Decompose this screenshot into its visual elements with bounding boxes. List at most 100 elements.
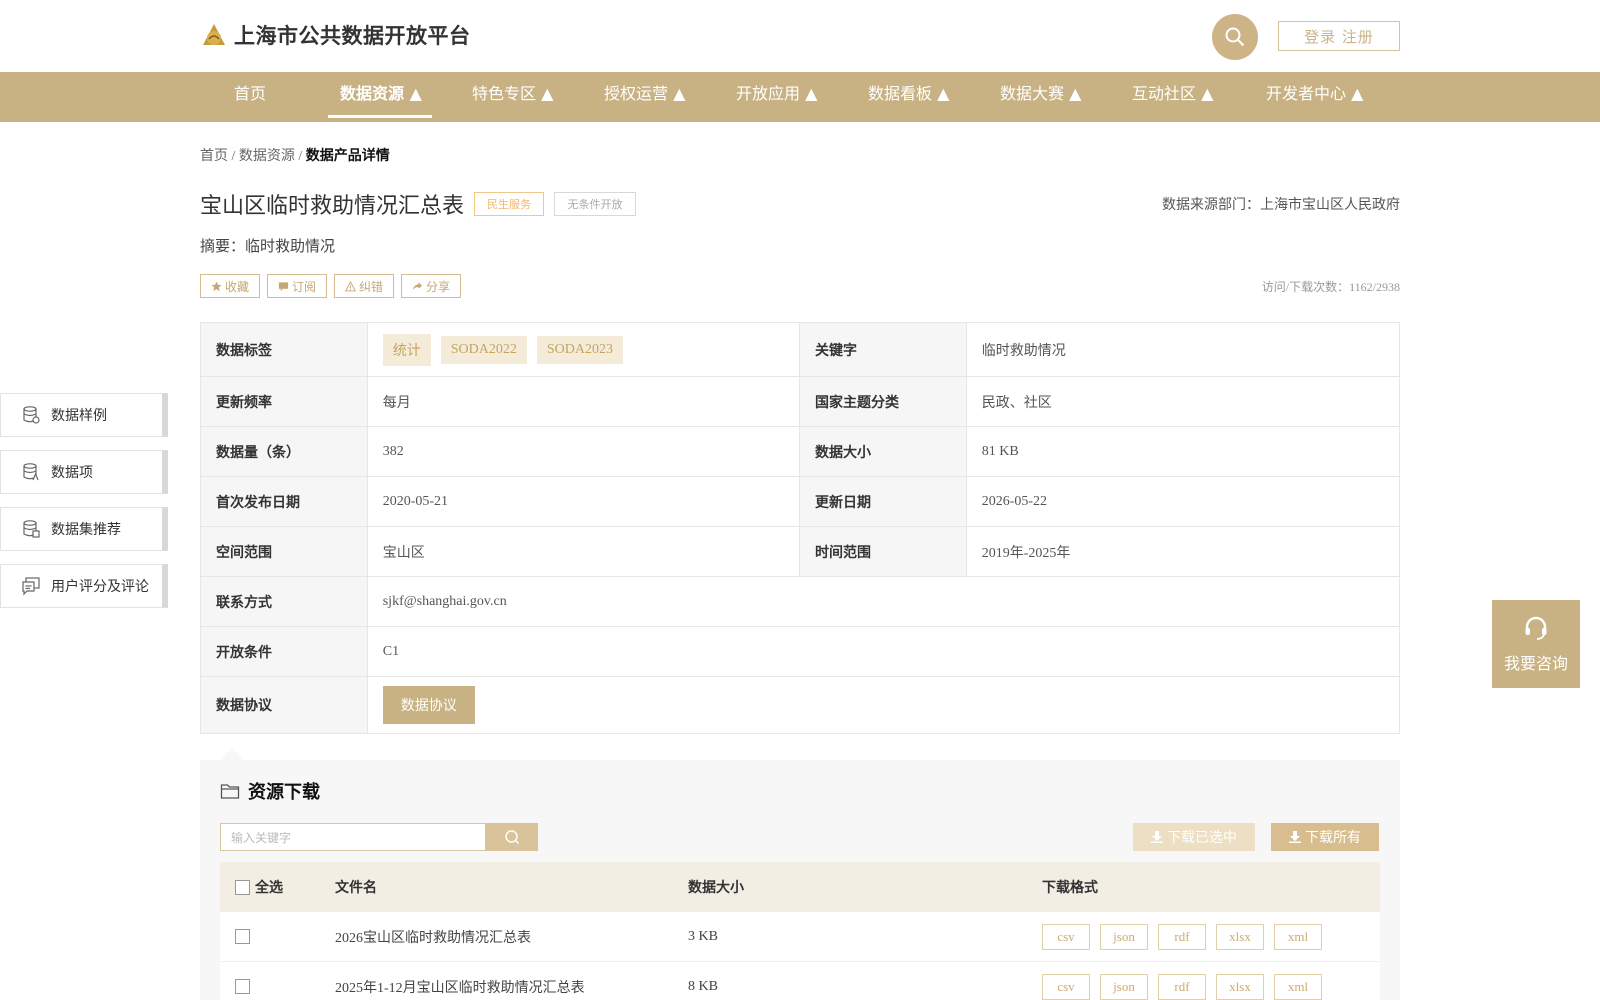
column-header-filename: 文件名 [335,881,377,896]
info-row: 数据协议 数据协议 [201,677,1399,733]
info-value: 宝山区 [368,527,800,576]
format-rdf-button[interactable]: rdf [1158,923,1206,950]
data-tag-chip[interactable]: 统计 [382,333,431,366]
info-row: 联系方式 sjkf@shanghai.gov.cn [201,577,1399,627]
folder-icon [220,784,240,799]
nav-item-special-zone[interactable]: 特色专区 ▲ [472,72,553,122]
info-tags: 统计 SODA2022 SODA2023 [368,323,800,376]
format-xlsx-button[interactable]: xlsx [1216,973,1264,1000]
file-table: 全选 文件名 数据大小 下载格式 2026宝山区临时救助情况汇总表 3 KB c… [220,862,1380,1000]
select-all-checkbox[interactable] [235,879,250,895]
info-label: 数据标签 [201,323,368,376]
headset-icon [1525,616,1547,640]
side-menu-data-sample[interactable]: 数据样例 [0,393,168,437]
search-icon [1225,27,1245,47]
format-json-button[interactable]: json [1100,973,1148,1000]
info-value: 2026-05-22 [981,493,1048,509]
format-xml-button[interactable]: xml [1274,923,1322,950]
file-table-header: 全选 文件名 数据大小 下载格式 [220,862,1380,912]
breadcrumb-separator: / [231,149,236,164]
dataset-summary: 摘要：临时救助情况 [200,237,336,255]
database-recommend-icon [23,520,40,538]
dataset-info-table: 数据标签 统计 SODA2022 SODA2023 关键字 临时救助情况 更新频… [200,322,1400,734]
download-all-button[interactable]: 下载所有 [1271,823,1379,851]
nav-item-authorized-operation[interactable]: 授权运营 ▲ [604,72,685,122]
row-checkbox[interactable] [235,979,250,994]
subscribe-button[interactable]: 订阅 [267,274,328,298]
info-value: 民政、社区 [981,395,1052,411]
subscribe-label: 订阅 [292,279,317,294]
download-search-button[interactable] [486,823,538,851]
data-tag-chip[interactable]: SODA2023 [536,335,623,364]
logo-icon [203,24,225,45]
info-value: 382 [368,427,800,476]
collect-button[interactable]: 收藏 [200,274,261,298]
download-title-text: 资源下载 [248,782,320,803]
nav-item-data-contest[interactable]: 数据大赛 ▲ [1000,72,1081,122]
info-value: 数据协议 [368,677,1399,733]
tag-open-condition: 无条件开放 [554,192,636,216]
info-value: 临时救助情况 [981,343,1066,359]
info-label: 更新日期 [800,477,967,526]
format-csv-button[interactable]: csv [1042,923,1090,950]
table-row: 2025年1-12月宝山区临时救助情况汇总表 8 KB csv json rdf… [220,962,1380,1000]
info-value: 每月 [368,377,800,426]
database-item-icon [23,463,39,481]
info-row: 数据量（条） 382 数据大小 81 KB [201,427,1399,477]
download-selected-label: 下载已选中 [1167,830,1237,846]
select-all-cell: 全选 [220,877,335,897]
info-value: C1 [382,643,400,659]
info-value: 2020-05-21 [368,477,800,526]
data-tag-chip[interactable]: SODA2022 [440,335,527,364]
column-header-size: 数据大小 [688,881,744,896]
action-bar: 收藏 订阅 纠错 分享 [200,274,462,298]
file-size: 8 KB [688,978,718,994]
site-title: 上海市公共数据开放平台 [234,24,471,48]
star-icon [211,280,222,291]
site-logo[interactable]: 上海市公共数据开放平台 [200,20,471,50]
column-header-format: 下载格式 [1042,881,1098,896]
share-button[interactable]: 分享 [401,274,462,298]
nav-item-data-dashboard[interactable]: 数据看板 ▲ [868,72,949,122]
nav-item-open-apps[interactable]: 开放应用 ▲ [736,72,817,122]
format-json-button[interactable]: json [1100,923,1148,950]
nav-active-indicator [328,115,432,118]
nav-item-community[interactable]: 互动社区 ▲ [1132,72,1213,122]
breadcrumb-home[interactable]: 首页 [200,149,228,164]
format-list: csv json rdf xlsx xml [1042,973,1380,1000]
download-search-input[interactable]: 输入关键字 [220,823,486,851]
info-label: 空间范围 [201,527,368,576]
share-label: 分享 [426,279,451,294]
nav-item-home[interactable]: 首页 [234,72,266,122]
download-icon [1151,831,1163,843]
data-agreement-button[interactable]: 数据协议 [382,686,475,724]
subscribe-icon [278,281,289,291]
side-menu-label: 数据样例 [51,408,107,424]
side-menu-data-items[interactable]: 数据项 [0,450,168,494]
format-xml-button[interactable]: xml [1274,973,1322,1000]
info-row: 首次发布日期 2020-05-21 更新日期 2026-05-22 [201,477,1399,527]
breadcrumb: 首页 / 数据资源 / 数据产品详情 [200,145,390,165]
info-row: 开放条件 C1 [201,627,1399,677]
download-title: 资源下载 [220,778,320,804]
search-button[interactable] [1212,14,1258,60]
info-value: 2019年-2025年 [981,545,1071,561]
format-csv-button[interactable]: csv [1042,973,1090,1000]
consult-button[interactable]: 我要咨询 [1492,600,1580,688]
row-checkbox[interactable] [235,929,250,944]
side-menu-label: 数据集推荐 [51,522,121,538]
side-menu-user-comments[interactable]: 用户评分及评论 [0,564,168,608]
contact-email[interactable]: sjkf@shanghai.gov.cn [368,577,1399,626]
download-selected-button[interactable]: 下载已选中 [1133,823,1255,851]
login-register-button[interactable]: 登录 注册 [1278,21,1400,51]
side-menu-dataset-recommend[interactable]: 数据集推荐 [0,507,168,551]
row-select-cell [220,929,335,944]
report-error-button[interactable]: 纠错 [334,274,395,298]
side-menu-label: 数据项 [51,465,93,481]
format-xlsx-button[interactable]: xlsx [1216,923,1264,950]
main-nav: 首页 数据资源 ▲ 特色专区 ▲ 授权运营 ▲ 开放应用 ▲ 数据看板 ▲ 数据… [0,72,1600,122]
breadcrumb-data-resources[interactable]: 数据资源 [239,149,295,164]
format-rdf-button[interactable]: rdf [1158,973,1206,1000]
nav-item-developer-center[interactable]: 开发者中心 ▲ [1266,72,1363,122]
info-label: 首次发布日期 [201,477,368,526]
